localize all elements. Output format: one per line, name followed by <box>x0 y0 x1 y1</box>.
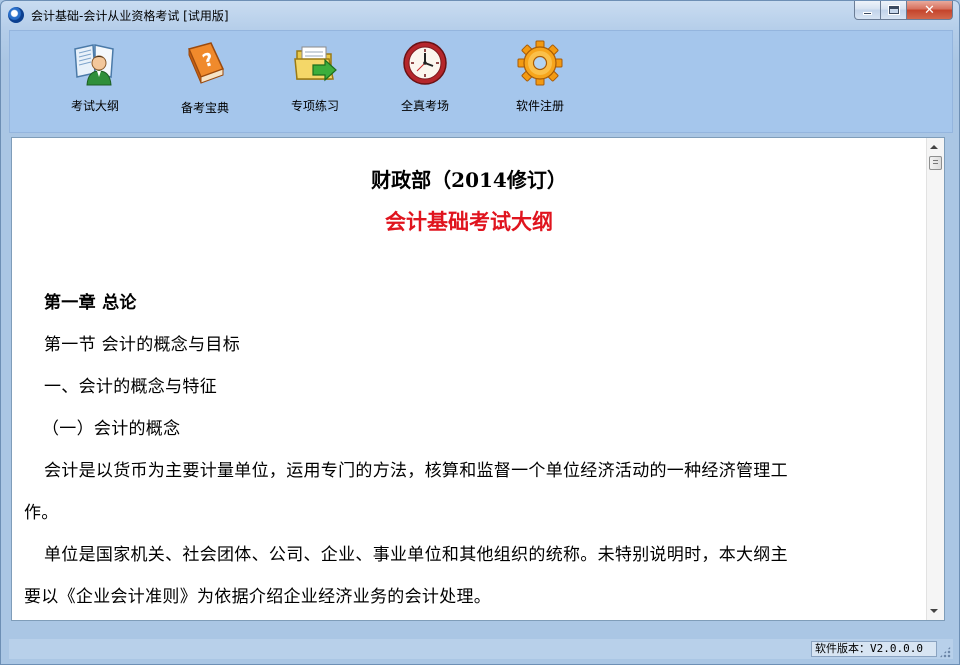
vertical-scrollbar[interactable] <box>926 138 944 620</box>
title-bar[interactable]: 会计基础-会计从业资格考试 [试用版] ✕ <box>1 1 959 29</box>
toolbar-button-syllabus[interactable]: 考试大纲 <box>50 39 140 123</box>
minimize-button[interactable] <box>854 1 881 20</box>
status-bar: 软件版本：V2.0.0.0 <box>9 639 953 659</box>
toolbar: 考试大纲 ? 备考宝典 专项练习 全真考场 软件注册 <box>9 30 953 133</box>
close-button[interactable]: ✕ <box>907 1 953 20</box>
window-title: 会计基础-会计从业资格考试 [试用版] <box>31 9 229 23</box>
toolbar-button-handbook[interactable]: ? 备考宝典 <box>160 39 250 123</box>
scroll-thumb[interactable] <box>929 156 942 170</box>
toolbar-label: 专项练习 <box>290 99 339 113</box>
clock-icon <box>401 39 449 87</box>
folder-arrow-icon <box>291 39 339 87</box>
window-controls: ✕ <box>854 1 953 20</box>
paragraph-text: 要以《企业会计准则》为依据介绍企业经济业务的会计处理。 <box>24 587 492 607</box>
paragraph-text: 会计是以货币为主要计量单位，运用专门的方法，核算和监督一个单位经济活动的一种经济… <box>44 461 788 481</box>
toolbar-button-register[interactable]: 软件注册 <box>495 39 585 123</box>
minimize-icon <box>863 11 872 15</box>
question-book-icon: ? <box>181 39 229 87</box>
toolbar-button-practice[interactable]: 专项练习 <box>270 39 360 123</box>
close-icon: ✕ <box>924 2 935 18</box>
toolbar-label: 全真考场 <box>400 99 449 113</box>
scroll-down-icon[interactable] <box>930 609 938 613</box>
scroll-up-icon[interactable] <box>930 145 938 149</box>
item-heading: （一）会计的概念 <box>42 419 181 439</box>
app-logo-icon <box>8 7 24 23</box>
subsection-heading: 一、会计的概念与特征 <box>44 377 217 397</box>
version-label: 软件版本：V2.0.0.0 <box>811 641 937 657</box>
chapter-heading: 第一章 总论 <box>44 293 137 313</box>
paragraph-text: 作。 <box>24 503 59 523</box>
paragraph-text: 单位是国家机关、社会团体、公司、企业、事业单位和其他组织的统称。未特别说明时，本… <box>44 545 788 565</box>
syllabus-book-icon <box>71 39 119 87</box>
gear-icon <box>516 39 564 87</box>
maximize-icon <box>888 6 899 14</box>
toolbar-label: 备考宝典 <box>180 101 229 115</box>
document-body: 财政部（2014修订） 会计基础考试大纲 第一章 总论 第一节 会计的概念与目标… <box>12 138 926 620</box>
section-heading: 第一节 会计的概念与目标 <box>44 335 241 355</box>
app-window: 会计基础-会计从业资格考试 [试用版] ✕ 考试大纲 ? 备考宝典 专项练习 全… <box>0 0 960 665</box>
toolbar-label: 软件注册 <box>515 99 564 113</box>
resize-grip-icon[interactable] <box>939 646 951 658</box>
toolbar-button-exam[interactable]: 全真考场 <box>380 39 470 123</box>
maximize-button[interactable] <box>881 1 907 20</box>
document-subtitle: 会计基础考试大纲 <box>385 209 553 234</box>
toolbar-label: 考试大纲 <box>70 99 119 113</box>
document-viewer[interactable]: 财政部（2014修订） 会计基础考试大纲 第一章 总论 第一节 会计的概念与目标… <box>11 137 945 621</box>
document-title: 财政部（2014修订） <box>371 168 567 192</box>
